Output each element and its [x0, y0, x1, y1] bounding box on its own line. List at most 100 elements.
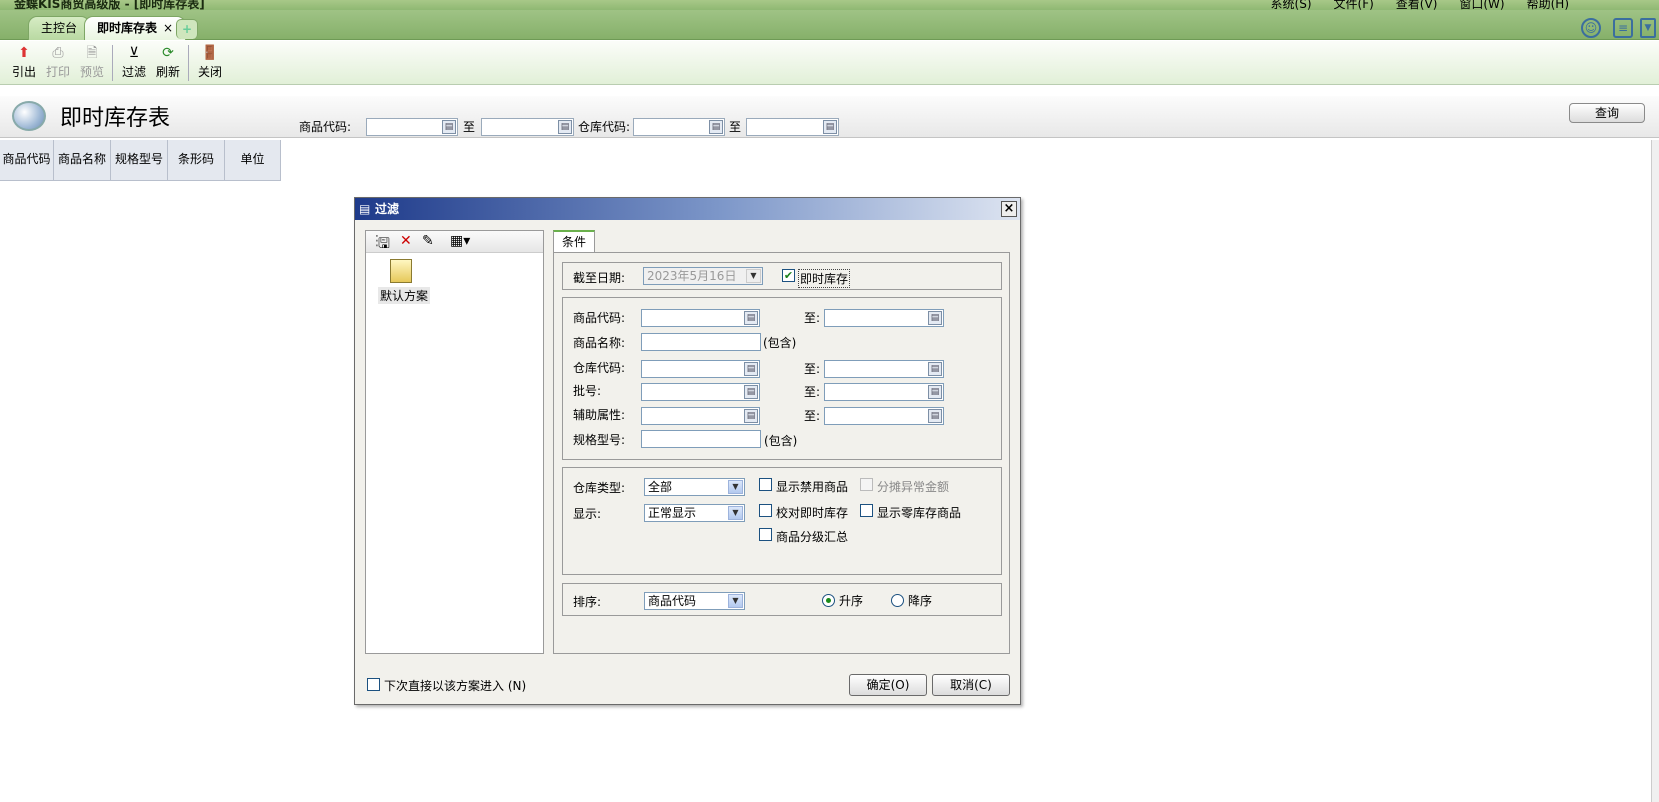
warehouse-code-from-input[interactable]: ▤ [633, 118, 725, 136]
lookup-icon[interactable]: ▤ [709, 120, 723, 134]
close-icon[interactable]: × [1001, 201, 1017, 217]
item-name-input[interactable] [641, 333, 761, 351]
ok-button[interactable]: 确定(O) [849, 674, 927, 696]
item-code-from-input[interactable]: ▤ [641, 309, 760, 327]
column-header[interactable]: 商品名称 [54, 140, 111, 181]
batch-from-input[interactable]: ▤ [641, 383, 760, 401]
chevron-down-icon[interactable]: ▼ [746, 269, 761, 283]
item-code-label: 商品代码: [299, 120, 352, 134]
sort-field-select[interactable]: 商品代码 ▼ [644, 592, 745, 610]
realtime-inventory-label: 即时库存 [798, 269, 851, 288]
menu-window[interactable]: 窗口(W) [1459, 0, 1504, 10]
scheme-default[interactable]: 默认方案 [378, 287, 431, 304]
display-label: 显示: [573, 507, 602, 521]
lookup-icon[interactable]: ▤ [442, 120, 456, 134]
lookup-icon[interactable]: ▤ [928, 385, 942, 399]
batch-label: 批号: [573, 384, 602, 398]
warehouse-code-from-input[interactable]: ▤ [641, 360, 760, 378]
warehouse-type-select[interactable]: 全部 ▼ [644, 478, 745, 496]
close-button[interactable]: 🚪 关闭 [194, 43, 226, 83]
menu-view[interactable]: 查看(V) [1396, 0, 1438, 10]
tab-realtime-inventory[interactable]: 即时库存表 × [84, 16, 187, 40]
column-header[interactable]: 单位 [225, 140, 281, 181]
show-disabled-checkbox[interactable] [759, 478, 772, 491]
as-of-date-value: 2023年5月16日 [647, 269, 737, 283]
menu-file[interactable]: 文件(F) [1334, 0, 1374, 10]
lookup-icon[interactable]: ▤ [744, 362, 758, 376]
filter-label: 过滤 [121, 65, 146, 79]
add-tab-icon[interactable]: + [176, 19, 198, 39]
show-zero-stock-checkbox[interactable] [860, 504, 873, 517]
lookup-icon[interactable]: ▤ [744, 311, 758, 325]
warehouse-code-to-input[interactable]: ▤ [824, 360, 944, 378]
eraser-icon[interactable]: ✎ [422, 233, 434, 249]
menu-system[interactable]: 系统(S) [1271, 0, 1312, 10]
aux-attribute-label: 辅助属性: [573, 408, 626, 422]
contains-label: (包含) [763, 336, 797, 350]
to-label: 至: [804, 362, 821, 376]
category-summary-checkbox[interactable] [759, 528, 772, 541]
realtime-inventory-checkbox[interactable]: ✔ [782, 269, 795, 282]
lookup-icon[interactable]: ▤ [928, 409, 942, 423]
dialog-title-bar: ▤ 过滤 × [355, 198, 1020, 220]
display-select[interactable]: 正常显示 ▼ [644, 504, 745, 522]
aux-attribute-from-input[interactable]: ▤ [641, 407, 760, 425]
column-header[interactable]: 条形码 [168, 140, 225, 181]
to-label: 至: [804, 385, 821, 399]
lookup-icon[interactable]: ▤ [928, 311, 942, 325]
allocate-abnormal-checkbox[interactable] [860, 478, 873, 491]
smiley-icon[interactable]: ☺ [1581, 18, 1601, 38]
chevron-down-icon[interactable]: ▼ [728, 594, 743, 608]
scheme-toolbar: ⋮ 🖫 ✕ ✎ ▦▾ [366, 231, 543, 253]
message-icon[interactable]: ≡ [1613, 18, 1633, 38]
lookup-icon[interactable]: ▤ [744, 409, 758, 423]
category-summary-label: 商品分级汇总 [776, 530, 849, 544]
lookup-icon[interactable]: ▤ [744, 385, 758, 399]
preview-button[interactable]: 🗎 预览 [76, 43, 108, 83]
print-button[interactable]: ⎙ 打印 [42, 43, 74, 83]
tab-conditions[interactable]: 条件 [553, 230, 595, 252]
batch-to-input[interactable]: ▤ [824, 383, 944, 401]
magnifier-icon [12, 101, 46, 131]
allocate-abnormal-label: 分摊异常金额 [877, 480, 950, 494]
tab-home[interactable]: 主控台 [28, 16, 91, 40]
export-button[interactable]: ⬆ 引出 [8, 43, 40, 83]
filter-button[interactable]: ⊻ 过滤 [118, 43, 150, 83]
tab-home-label: 主控台 [41, 21, 78, 35]
close-label: 关闭 [197, 65, 222, 79]
column-header[interactable]: 商品代码 [0, 140, 54, 181]
as-of-date-picker[interactable]: 2023年5月16日 ▼ [643, 267, 763, 285]
descending-radio[interactable] [891, 594, 904, 607]
close-tab-icon[interactable]: × [163, 21, 173, 35]
save-icon[interactable]: 🖫 [378, 233, 390, 257]
query-button[interactable]: 查询 [1569, 103, 1645, 123]
lookup-icon[interactable]: ▤ [928, 362, 942, 376]
lookup-icon[interactable]: ▤ [823, 120, 837, 134]
chevron-down-icon[interactable]: ▼ [728, 480, 743, 494]
vertical-scrollbar[interactable] [1651, 140, 1659, 802]
spec-model-input[interactable] [641, 430, 761, 448]
dialog-title: 过滤 [375, 202, 400, 216]
chevron-down-icon[interactable]: ▼ [1640, 18, 1656, 38]
next-time-checkbox[interactable] [367, 678, 380, 691]
item-code-to-input[interactable]: ▤ [481, 118, 574, 136]
warehouse-code-to-input[interactable]: ▤ [746, 118, 839, 136]
delete-icon[interactable]: ✕ [400, 233, 412, 249]
chevron-down-icon[interactable]: ▼ [728, 506, 743, 520]
lookup-icon[interactable]: ▤ [558, 120, 572, 134]
folder-icon[interactable] [390, 259, 412, 283]
menu-help[interactable]: 帮助(H) [1527, 0, 1569, 10]
aux-attribute-to-input[interactable]: ▤ [824, 407, 944, 425]
title-bar: 金蝶KIS商贸高级版 - [即时库存表] 系统(S) 文件(F) 查看(V) 窗… [0, 0, 1659, 10]
column-header[interactable]: 规格型号 [111, 140, 168, 181]
refresh-button[interactable]: ⟳ 刷新 [152, 43, 184, 83]
item-code-from-input[interactable]: ▤ [366, 118, 458, 136]
item-code-to-input[interactable]: ▤ [824, 309, 944, 327]
contains-label: (包含) [764, 434, 798, 448]
grid-view-icon[interactable]: ▦▾ [450, 233, 470, 249]
sort-group: 排序: 商品代码 ▼ 升序 降序 [562, 583, 1002, 616]
ascending-radio[interactable] [822, 594, 835, 607]
show-zero-stock-label: 显示零库存商品 [877, 506, 962, 520]
cancel-button[interactable]: 取消(C) [932, 674, 1010, 696]
check-realtime-checkbox[interactable] [759, 504, 772, 517]
